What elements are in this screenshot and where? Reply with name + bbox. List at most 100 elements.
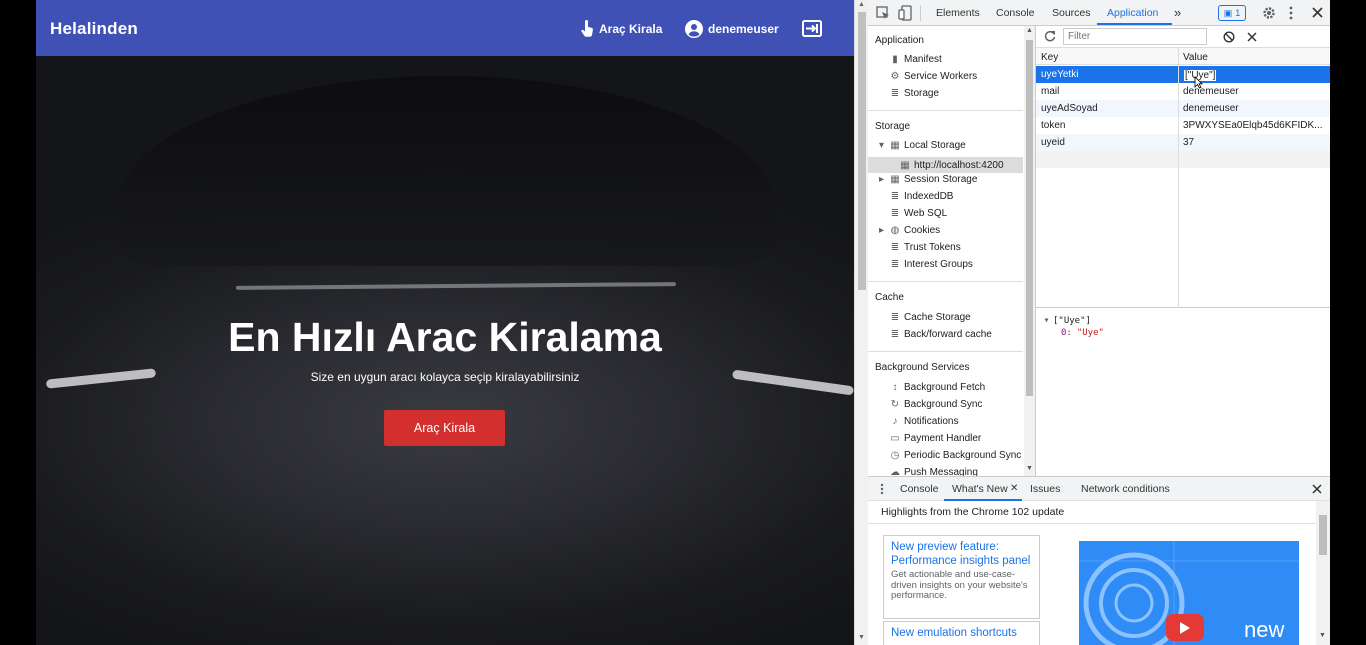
collapsed-arrow-icon: ▸ [878, 225, 885, 236]
sidebar-item-interest-groups[interactable]: ≣ Interest Groups [888, 259, 973, 270]
scroll-down-arrow-icon[interactable]: ▼ [858, 634, 865, 641]
sidebar-item-cache-storage[interactable]: ≣ Cache Storage [888, 312, 971, 323]
table-row[interactable]: uyeYetki ["Uye"] [1036, 66, 1330, 83]
tab-application[interactable]: Application [1107, 7, 1158, 19]
sidebar-item-session-storage[interactable]: ▸ ▦ Session Storage [877, 174, 977, 185]
drawer-scrollbar[interactable]: ▼ [1316, 501, 1330, 645]
active-tab-indicator [1097, 23, 1172, 25]
hero-rent-button[interactable]: Araç Kirala [384, 410, 505, 446]
cookie-icon: ◍ [890, 225, 900, 236]
inspect-element-icon[interactable] [876, 6, 890, 20]
scroll-down-arrow-icon[interactable]: ▼ [1319, 632, 1326, 639]
column-header-value[interactable]: Value [1183, 52, 1208, 63]
sidebar-item-trust-tokens[interactable]: ≣ Trust Tokens [888, 242, 961, 253]
page-scrollbar[interactable]: ▲ ▼ [854, 0, 868, 645]
sidebar-item-web-sql[interactable]: ≣ Web SQL [888, 208, 947, 219]
drawer-tab-whats-new[interactable]: What's New [952, 483, 1008, 495]
scroll-up-arrow-icon[interactable]: ▲ [1026, 27, 1033, 34]
close-drawer-icon[interactable] [1312, 484, 1322, 494]
logout-button[interactable] [802, 20, 827, 37]
sidebar-scrollbar[interactable]: ▲ ▼ [1024, 26, 1035, 476]
grid-icon: ▦ [890, 140, 900, 151]
sidebar-item-back-forward-cache[interactable]: ≣ Back/forward cache [888, 329, 992, 340]
sidebar-item-push-messaging[interactable]: ☁ Push Messaging [888, 467, 978, 476]
database-icon: ≣ [890, 242, 900, 253]
drawer-scrollbar-thumb[interactable] [1319, 515, 1327, 555]
preview-index: 0: [1061, 328, 1072, 338]
brand-logo[interactable]: Helalinden [50, 19, 138, 39]
section-application: Application [875, 35, 924, 46]
feature-card-title[interactable]: New preview feature: Performance insight… [891, 540, 1032, 568]
sidebar-item-localhost-origin[interactable]: ▦ http://localhost:4200 [868, 157, 1023, 173]
scroll-up-arrow-icon[interactable]: ▲ [858, 1, 865, 8]
sync-icon: ↕ [892, 382, 898, 393]
feature-card[interactable]: New preview feature: Performance insight… [883, 535, 1040, 619]
card-icon: ▭ [890, 433, 900, 444]
delete-selected-icon[interactable] [1247, 32, 1257, 42]
row-key: mail [1041, 86, 1060, 97]
local-storage-view: Key Value uyeYetki ["Uye"] mail denemeus… [1036, 26, 1330, 476]
devtools-tabbar: Elements Console Sources Application » ▣… [868, 0, 1330, 26]
column-divider[interactable] [1178, 48, 1179, 308]
screen-border [1330, 0, 1366, 645]
expanded-arrow-icon: ▾ [1043, 315, 1050, 326]
sidebar-item-label: Background Sync [904, 399, 983, 410]
play-triangle-icon [1180, 621, 1190, 634]
tab-elements[interactable]: Elements [936, 7, 980, 19]
page-scrollbar-thumb[interactable] [858, 12, 866, 290]
sidebar-item-manifest[interactable]: ▮ Manifest [888, 54, 942, 65]
storage-table: Key Value uyeYetki ["Uye"] mail denemeus… [1036, 48, 1330, 308]
nav-user-menu[interactable]: denemeuser [685, 20, 779, 38]
sidebar-item-storage[interactable]: ≣ Storage [888, 88, 939, 99]
device-toolbar-icon[interactable] [898, 5, 912, 21]
hero-section: En Hızlı Arac Kiralama Size en uygun ara… [36, 56, 854, 645]
database-icon: ≣ [890, 259, 900, 270]
drawer-tab-issues[interactable]: Issues [1030, 483, 1060, 495]
tab-sources[interactable]: Sources [1052, 7, 1091, 19]
table-row[interactable]: token 3PWXYSEa0Elqb45d6KFIDK... [1036, 117, 1330, 134]
more-tabs-icon[interactable]: » [1174, 5, 1181, 20]
kebab-menu-icon[interactable] [1288, 6, 1294, 20]
sidebar-item-label: http://localhost:4200 [914, 159, 1004, 171]
settings-gear-icon[interactable] [1262, 6, 1276, 20]
sidebar-item-local-storage[interactable]: ▾ ▦ Local Storage [877, 140, 966, 151]
drawer-menu-icon[interactable] [880, 483, 884, 495]
table-row[interactable]: uyeAdSoyad denemeuser [1036, 100, 1330, 117]
play-button-icon[interactable] [1166, 614, 1204, 641]
sidebar-item-background-sync[interactable]: ↻ Background Sync [888, 399, 983, 410]
database-icon: ≣ [890, 88, 900, 99]
column-header-key[interactable]: Key [1041, 52, 1058, 63]
issues-badge[interactable]: ▣ 1 [1218, 5, 1246, 21]
sidebar-item-indexeddb[interactable]: ≣ IndexedDB [888, 191, 954, 202]
section-background-services: Background Services [875, 362, 970, 373]
feature-card-description: Get actionable and use-case-driven insig… [891, 569, 1028, 601]
drawer-tab-console[interactable]: Console [900, 483, 939, 495]
preview-root[interactable]: ▾ ["Uye"] [1042, 315, 1090, 326]
feature-card[interactable]: New emulation shortcuts [883, 621, 1040, 645]
expanded-arrow-icon: ▾ [878, 140, 885, 151]
sidebar-item-cookies[interactable]: ▸ ◍ Cookies [877, 225, 940, 236]
grid-icon: ▦ [890, 174, 900, 185]
nav-user-label: denemeuser [708, 22, 779, 36]
sidebar-item-payment-handler[interactable]: ▭ Payment Handler [888, 433, 981, 444]
sidebar-item-service-workers[interactable]: ⚙ Service Workers [888, 71, 978, 82]
feature-card-title[interactable]: New emulation shortcuts [891, 626, 1032, 640]
filter-input[interactable] [1063, 28, 1207, 45]
sidebar-item-periodic-background-sync[interactable]: ◷ Periodic Background Sync [888, 450, 1022, 461]
close-tab-icon[interactable]: ✕ [1010, 483, 1018, 494]
scroll-down-arrow-icon[interactable]: ▼ [1026, 465, 1033, 472]
drawer-tab-network-conditions[interactable]: Network conditions [1081, 483, 1170, 495]
sidebar-item-background-fetch[interactable]: ↕ Background Fetch [888, 382, 986, 393]
tab-console[interactable]: Console [996, 7, 1035, 19]
sidebar-scrollbar-thumb[interactable] [1026, 40, 1033, 396]
preview-item-value: "Uye" [1076, 328, 1104, 338]
promo-video-thumbnail[interactable]: new [1079, 541, 1299, 645]
sidebar-item-notifications[interactable]: ♪ Notifications [888, 416, 959, 427]
table-row[interactable]: mail denemeuser [1036, 83, 1330, 100]
nav-rent-link[interactable]: Araç Kirala [580, 20, 662, 38]
cloud-icon: ☁ [890, 467, 900, 476]
clear-all-icon[interactable] [1223, 31, 1235, 43]
table-row[interactable]: uyeid 37 [1036, 134, 1330, 151]
refresh-icon[interactable] [1044, 30, 1056, 42]
close-devtools-icon[interactable] [1312, 7, 1323, 18]
